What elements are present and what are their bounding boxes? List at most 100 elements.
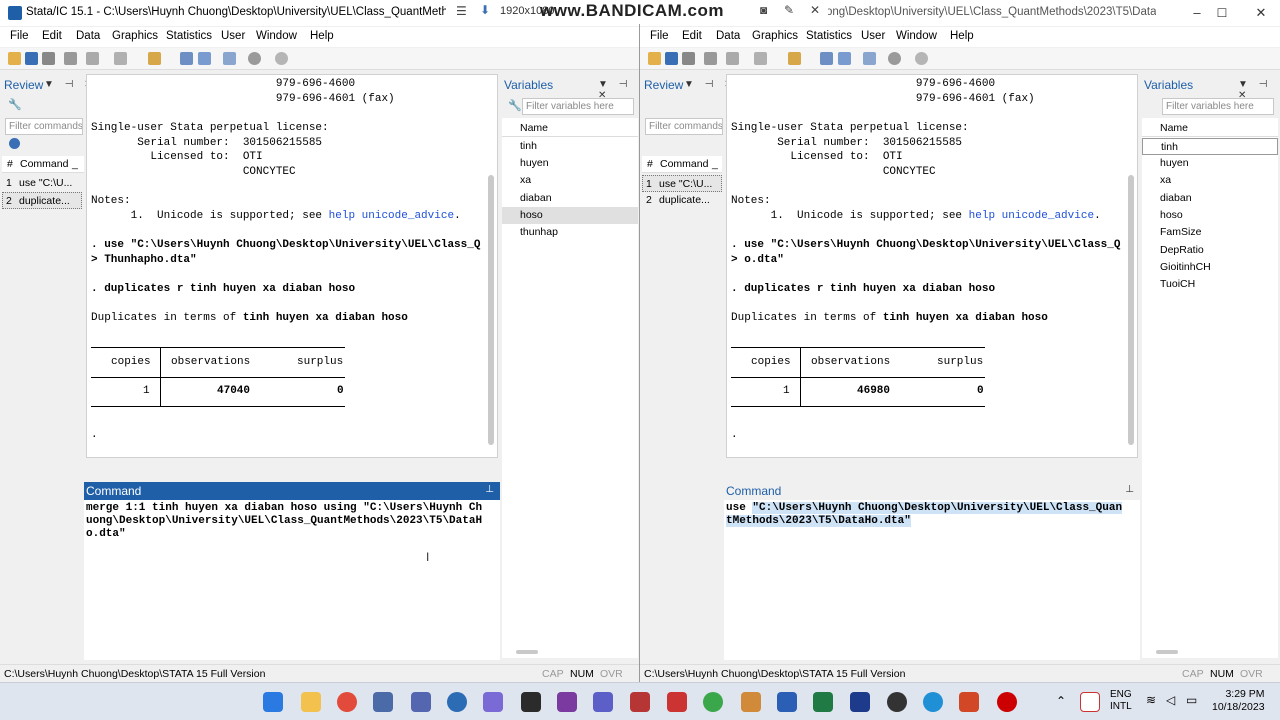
open-icon[interactable] — [8, 52, 21, 65]
save-icon[interactable] — [25, 52, 38, 65]
camera-icon[interactable]: ◙ — [760, 3, 767, 17]
app-icon[interactable] — [1080, 692, 1100, 712]
variable-item[interactable]: xa — [502, 172, 638, 189]
battery-icon[interactable]: ▭ — [1186, 693, 1197, 707]
wifi-icon[interactable]: ≋ — [1146, 693, 1156, 707]
status-num: NUM — [570, 668, 594, 680]
review-row[interactable]: 1 use "C:\U... — [2, 175, 84, 192]
chevron-up-icon[interactable]: ⌃ — [1056, 694, 1066, 708]
app-icon[interactable] — [850, 692, 870, 712]
menu-graphics[interactable]: Graphics — [112, 30, 158, 42]
chrome-icon[interactable] — [337, 692, 357, 712]
onenote-icon[interactable] — [557, 692, 577, 712]
wrench-icon[interactable]: 🔧 — [8, 98, 22, 111]
review-row[interactable]: 2 duplicate... — [2, 192, 82, 209]
menu-statistics[interactable]: Statistics — [166, 30, 212, 42]
results-scrollbar[interactable] — [488, 175, 494, 445]
status-cap: CAP — [542, 668, 564, 680]
review-col-command[interactable]: Command — [20, 158, 68, 170]
status-ovr: OVR — [600, 668, 623, 680]
excel-icon[interactable] — [813, 692, 833, 712]
menu-window[interactable]: Window — [256, 30, 297, 42]
status-path: C:\Users\Huynh Chuong\Desktop\STATA 15 F… — [4, 668, 266, 680]
minimize-button[interactable]: – — [1195, 3, 1229, 23]
stata-app-icon — [8, 6, 22, 20]
word-icon[interactable] — [777, 692, 797, 712]
review-col-rc[interactable]: _ — [72, 158, 78, 170]
variables-col-name[interactable]: Name — [502, 120, 638, 137]
command-panel-title: Command ⊥ — [84, 482, 500, 500]
language-indicator[interactable]: ENG INTL — [1110, 689, 1132, 713]
taskbar: ⌃ ENG INTL ≋ ◁ ▭ 3:29 PM 10/18/2023 — [0, 682, 1280, 720]
app-icon[interactable] — [630, 692, 650, 712]
status-bar: C:\Users\Huynh Chuong\Desktop\STATA 15 F… — [0, 664, 639, 682]
menu-data[interactable]: Data — [76, 30, 100, 42]
stata-window-left: Stata/IC 15.1 - C:\Users\Huynh Chuong\De… — [0, 0, 640, 682]
menu-user[interactable]: User — [221, 30, 245, 42]
recorder-overlay: ☰ ⬇ 1920x1080 www.BANDICAM.com ◙ ✎ ✕ — [448, 0, 828, 24]
powerpoint-icon[interactable] — [959, 692, 979, 712]
text-cursor-icon: I — [426, 550, 430, 564]
close-icon[interactable]: ✕ — [810, 3, 820, 17]
app-icon[interactable] — [667, 692, 687, 712]
menu-icon[interactable]: ☰ — [456, 4, 467, 18]
variable-item[interactable]: thunhap — [502, 224, 638, 241]
viewer-icon[interactable] — [86, 52, 99, 65]
info-icon[interactable] — [9, 138, 20, 149]
data-editor-icon[interactable] — [180, 52, 193, 65]
menu-bar: File Edit Data Graphics Statistics User … — [0, 27, 639, 47]
notes-icon[interactable] — [521, 692, 541, 712]
app-icon[interactable] — [703, 692, 723, 712]
variables-panel-title: Variables — [504, 78, 554, 92]
results-window[interactable]: 979-696-4600 979-696-4601 (fax) Single-u… — [86, 74, 498, 458]
bandicam-watermark: www.BANDICAM.com — [540, 1, 724, 20]
data-browser-icon[interactable] — [198, 52, 211, 65]
snipping-icon[interactable] — [741, 692, 761, 712]
help-unicode-link[interactable]: help unicode_advice — [329, 210, 454, 222]
menu-edit[interactable]: Edit — [42, 30, 62, 42]
edge-icon[interactable] — [923, 692, 943, 712]
variable-item[interactable]: tinh — [502, 138, 638, 155]
do-file-editor-icon[interactable] — [148, 52, 161, 65]
review-col-hash: # — [7, 158, 13, 170]
pencil-icon[interactable]: ✎ — [784, 3, 794, 17]
pin-icon[interactable]: ⬇ — [480, 3, 490, 17]
pin-icon[interactable]: ⊥ — [485, 484, 494, 495]
review-panel-title: Review — [4, 78, 44, 92]
windows-start-icon[interactable] — [263, 692, 283, 712]
graph-icon[interactable] — [114, 52, 127, 65]
window-title: ong\Desktop\University\UEL\Class_QuantMe… — [826, 6, 1156, 18]
speaker-icon[interactable]: ◁ — [1166, 693, 1175, 707]
window-title: Stata/IC 15.1 - C:\Users\Huynh Chuong\De… — [26, 6, 446, 18]
chat-icon[interactable] — [483, 692, 503, 712]
break-icon[interactable] — [275, 52, 288, 65]
stata-taskbar-icon[interactable] — [373, 692, 393, 712]
chatgpt-icon[interactable] — [887, 692, 907, 712]
record-icon[interactable] — [997, 692, 1017, 712]
stata-window-right: ong\Desktop\University\UEL\Class_QuantMe… — [640, 0, 1280, 682]
variables-filter-input[interactable]: Filter variables here — [522, 98, 634, 115]
variables-list: Name tinh huyen xa diaban hoso thunhap — [502, 118, 638, 658]
teams-icon[interactable] — [593, 692, 613, 712]
variable-item[interactable]: diaban — [502, 190, 638, 207]
variable-item[interactable]: hoso — [502, 207, 638, 224]
variable-item[interactable]: huyen — [502, 155, 638, 172]
col-copies: copies — [111, 356, 151, 368]
stata17-taskbar-icon[interactable] — [411, 692, 431, 712]
clock[interactable]: 3:29 PM 10/18/2023 — [1212, 688, 1265, 714]
menu-help[interactable]: Help — [310, 30, 334, 42]
file-explorer-icon[interactable] — [301, 692, 321, 712]
log-icon[interactable] — [64, 52, 77, 65]
command-input[interactable]: merge 1:1 tinh huyen xa diaban hoso usin… — [84, 500, 500, 660]
review-filter-input[interactable]: Filter commands — [5, 118, 83, 135]
wrench-icon[interactable]: 🔧 — [508, 99, 522, 112]
col-observations: observations — [171, 356, 251, 368]
menu-file[interactable]: File — [10, 30, 29, 42]
r-icon[interactable] — [447, 692, 467, 712]
toolbar — [0, 48, 639, 70]
more-icon[interactable] — [248, 52, 261, 65]
print-icon[interactable] — [42, 52, 55, 65]
variables-manager-icon[interactable] — [223, 52, 236, 65]
col-surplus: surplus — [297, 356, 344, 368]
variables-scrollbar[interactable] — [516, 650, 538, 654]
